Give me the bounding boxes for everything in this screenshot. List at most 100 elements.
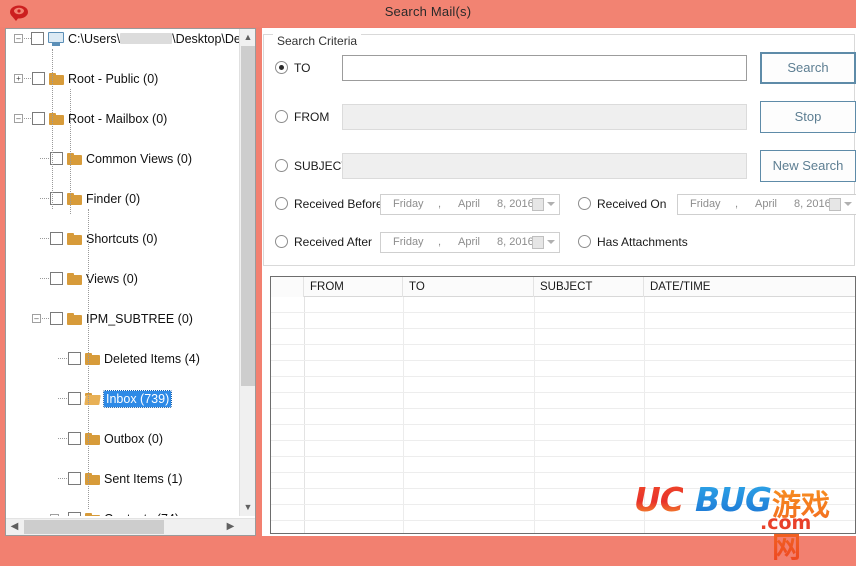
column-header-subject[interactable]: SUBJECT	[534, 277, 644, 297]
window-title: Search Mail(s)	[384, 4, 472, 19]
radio-to[interactable]	[275, 61, 288, 74]
date-picker-received-on[interactable]: Friday , April 8, 2016	[677, 194, 856, 215]
tree-item-label: Root - Mailbox (0)	[68, 112, 168, 126]
tree-item-label: Common Views (0)	[86, 152, 193, 166]
from-input[interactable]	[342, 104, 747, 130]
tree-row[interactable]: Common Views (0)	[6, 149, 239, 169]
date-picker-received-after[interactable]: Friday , April 8, 2016	[380, 232, 560, 253]
date-day: Friday	[690, 198, 721, 210]
table-row[interactable]	[271, 297, 855, 313]
table-row[interactable]	[271, 441, 855, 457]
radio-subject[interactable]	[275, 159, 288, 172]
table-row[interactable]	[271, 313, 855, 329]
label-from: FROM	[294, 110, 330, 124]
tree-row[interactable]: Sent Items (1)	[6, 469, 239, 489]
root-path-suffix: \Desktop\De	[172, 32, 239, 46]
radio-has-attachments[interactable]	[578, 235, 591, 248]
redacted-username	[120, 33, 173, 44]
tree-checkbox[interactable]	[68, 472, 81, 485]
calendar-dropdown-icon[interactable]	[532, 236, 556, 250]
date-day: Friday	[393, 198, 424, 210]
date-daynum-year: 8, 2016	[497, 236, 534, 248]
calendar-dropdown-icon[interactable]	[532, 198, 556, 212]
radio-received-on[interactable]	[578, 197, 591, 210]
expander-icon[interactable]: –	[32, 314, 41, 323]
expander-icon[interactable]: +	[14, 74, 23, 83]
table-row[interactable]	[271, 393, 855, 409]
tree-checkbox[interactable]	[50, 232, 63, 245]
subject-input[interactable]	[342, 153, 747, 179]
table-row[interactable]	[271, 377, 855, 393]
tree-checkbox[interactable]	[32, 112, 45, 125]
date-day: Friday	[393, 236, 424, 248]
stop-button[interactable]: Stop	[760, 101, 856, 133]
table-row[interactable]	[271, 345, 855, 361]
tree-checkbox[interactable]	[50, 312, 63, 325]
table-row[interactable]	[271, 361, 855, 377]
tree-rows[interactable]: + Root - Public (0) – Root - Mailbox (0) Com…	[6, 49, 239, 516]
tree-row[interactable]: Finder (0)	[6, 189, 239, 209]
tree-hscroll-thumb[interactable]	[24, 520, 164, 534]
tree-vertical-scrollbar[interactable]: ▲ ▼	[239, 29, 255, 516]
expander-icon[interactable]: –	[14, 114, 23, 123]
tree-item-label: Inbox (739)	[102, 390, 173, 408]
tree-row[interactable]: – Root - Mailbox (0)	[6, 109, 239, 129]
folder-tree-panel[interactable]: – C:\Users\ \Desktop\De + Root - Public (0…	[5, 28, 256, 536]
to-input[interactable]	[342, 55, 747, 81]
tree-checkbox[interactable]	[68, 352, 81, 365]
date-month: April	[755, 198, 778, 210]
search-button[interactable]: Search	[760, 52, 856, 84]
column-header-datetime[interactable]: DATE/TIME	[644, 277, 855, 297]
chevron-up-icon[interactable]: ▲	[240, 29, 255, 46]
date-comma: ,	[735, 198, 739, 210]
folder-icon	[67, 273, 82, 285]
tree-guide	[88, 209, 90, 509]
tree-connector	[40, 238, 49, 240]
tree-connector	[40, 198, 49, 200]
column-header-to[interactable]: TO	[403, 277, 534, 297]
chevron-left-icon[interactable]: ◀	[6, 519, 23, 535]
table-row[interactable]	[271, 457, 855, 473]
calendar-dropdown-icon[interactable]	[829, 198, 853, 212]
tree-row[interactable]: Outbox (0)	[6, 429, 239, 449]
date-daynum-year: 8, 2016	[497, 198, 534, 210]
table-row[interactable]	[271, 409, 855, 425]
tree-checkbox[interactable]	[68, 432, 81, 445]
tree-row[interactable]: Views (0)	[6, 269, 239, 289]
new-search-button[interactable]: New Search	[760, 150, 856, 182]
tree-checkbox-root[interactable]	[31, 32, 44, 45]
expander-icon-root[interactable]: –	[14, 34, 23, 43]
date-picker-received-before[interactable]: Friday , April 8, 2016	[380, 194, 560, 215]
grid-corner-cell[interactable]	[271, 277, 304, 297]
tree-row[interactable]: Deleted Items (4)	[6, 349, 239, 369]
root-path-prefix: C:\Users\	[68, 32, 121, 46]
table-row[interactable]	[271, 329, 855, 345]
column-header-from[interactable]: FROM	[304, 277, 403, 297]
tree-guide	[52, 49, 54, 209]
tree-row[interactable]: – IPM_SUBTREE (0)	[6, 309, 239, 329]
tree-vscroll-thumb[interactable]	[241, 46, 255, 386]
tree-connector	[40, 158, 49, 160]
tree-horizontal-scrollbar[interactable]: ◀ ▶	[6, 518, 255, 535]
tree-label-root: C:\Users\ \Desktop\De	[68, 29, 239, 49]
label-received-before: Received Before	[294, 197, 383, 211]
tree-item-label: Root - Public (0)	[68, 72, 159, 86]
tree-checkbox[interactable]	[68, 512, 81, 516]
tree-row[interactable]: + Root - Public (0)	[6, 69, 239, 89]
table-row[interactable]	[271, 425, 855, 441]
tree-checkbox[interactable]	[50, 272, 63, 285]
folder-tree[interactable]: – C:\Users\ \Desktop\De + Root - Public (0…	[6, 29, 239, 516]
chevron-right-icon[interactable]: ▶	[222, 519, 239, 535]
tree-item-label: Contacts (74)	[104, 509, 179, 516]
tree-checkbox[interactable]	[68, 392, 81, 405]
tree-row[interactable]: Shortcuts (0)	[6, 229, 239, 249]
tree-row[interactable]: + Contacts (74)	[6, 509, 239, 516]
chevron-down-icon[interactable]: ▼	[240, 499, 255, 516]
tree-row-root[interactable]: – C:\Users\ \Desktop\De	[6, 29, 239, 49]
tree-checkbox[interactable]	[32, 72, 45, 85]
radio-from[interactable]	[275, 110, 288, 123]
radio-received-before[interactable]	[275, 197, 288, 210]
radio-received-after[interactable]	[275, 235, 288, 248]
expander-icon[interactable]: +	[50, 514, 59, 516]
tree-row[interactable]: Inbox (739)	[6, 389, 239, 409]
